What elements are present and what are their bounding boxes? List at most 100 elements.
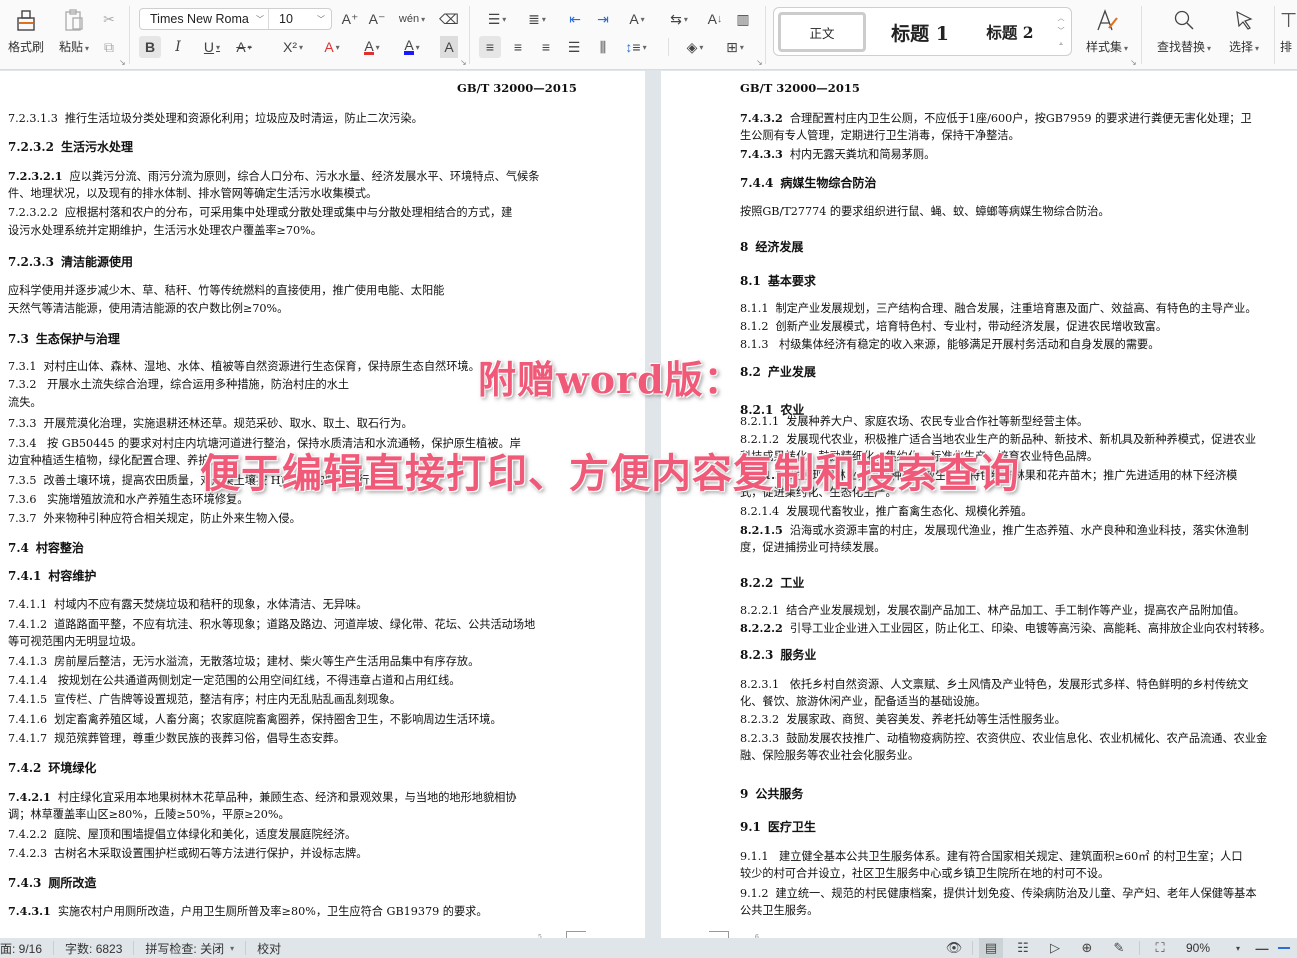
clear-format-icon[interactable]: ⌫ [438, 8, 460, 30]
style-heading-1[interactable]: 标题 1 [874, 12, 966, 52]
text-direction-icon[interactable]: ⇆ ▾ [665, 8, 693, 30]
clause-text: 度，促进捕捞业可持续发展。 [740, 541, 886, 554]
word-count[interactable]: 字数: 6823 [65, 938, 122, 958]
line-spacing-icon[interactable]: ↕ ≡ ▾ [622, 36, 650, 58]
distribute-icon[interactable]: ⫼ [592, 36, 614, 58]
section-heading: 8 经济发展 [740, 239, 803, 256]
zoom-level[interactable]: 90% [1186, 938, 1226, 958]
font-size-dropdown[interactable]: 10 ﹀ [269, 12, 331, 26]
page-header: GB/T 32000—2015 [457, 81, 577, 95]
clause-text: 工业 [780, 576, 805, 590]
paragraph-line: 7.4.1.5 宣传栏、广告牌等设置规范，整洁有序；村庄内无乱贴乱画乱刻现象。 [8, 691, 401, 708]
paragraph-line: 7.3.3 开展荒漠化治理，实施退耕还林还草。规范采砂、取水、取土、取石行为。 [8, 415, 413, 432]
clause-text: 产业发展 [767, 365, 816, 379]
clause-number: 7.3.7 [8, 512, 37, 525]
shading-icon[interactable]: ◈ ▾ [680, 36, 710, 58]
highlight-button[interactable]: A ▾ [358, 36, 386, 58]
pinyin-guide-icon[interactable]: wén ▾ [396, 8, 428, 30]
clause-number: 8.2.1.5 [740, 523, 783, 537]
superscript-button[interactable]: X² ▾ [278, 36, 308, 58]
increase-indent-icon[interactable]: ⇥ [593, 8, 613, 30]
shrink-font-icon[interactable]: A⁻ [366, 8, 388, 30]
font-color-button[interactable]: A ▾ [398, 36, 426, 58]
clause-number: 7.3.6 [8, 493, 37, 506]
page-indicator[interactable]: 面: 9/16 [0, 938, 42, 958]
align-left-icon[interactable]: ≡ [479, 36, 501, 58]
bullet-list-icon[interactable]: ☰ ▾ [483, 8, 511, 30]
align-center-icon[interactable]: ≡ [508, 36, 528, 58]
dialog-launcher-icon[interactable]: ↘ [756, 58, 763, 67]
section-heading: 7.4.4 病媒生物综合防治 [740, 175, 876, 192]
numbered-list-icon[interactable]: ≣ ▾ [523, 8, 551, 30]
arrange-button[interactable]: ⊤ 排 [1280, 6, 1297, 55]
strikethrough-button[interactable]: A ▾ [230, 36, 258, 58]
paragraph-line: 7.4.1.4 按规划在公共通道两侧划定一定范围的公用空间红线，不得违章占道和占… [8, 672, 460, 689]
document-page-left[interactable]: GB/T 32000—2015 7.2.3.1.3 推行生活垃圾分类处理和资源化利… [0, 71, 645, 938]
text-effect-button[interactable]: A ▾ [318, 36, 346, 58]
find-replace-button[interactable]: 查找替换 ▾ [1152, 6, 1216, 55]
chevron-down-icon[interactable]: ▾ [1226, 938, 1250, 958]
grow-font-icon[interactable]: A⁺ [339, 8, 361, 30]
style-heading-2[interactable]: 标题 2 [970, 12, 1050, 52]
zoom-slider[interactable] [1278, 947, 1290, 949]
clause-text: 合理配置村庄内卫生公厕，不应低于1座/600户，按GB7959 的要求进行粪便无… [789, 112, 1252, 125]
zoom-out-icon[interactable]: — [1250, 938, 1274, 958]
page-view-icon[interactable]: ▤ [979, 938, 1003, 958]
clause-number: 7.4.1.3 [8, 655, 48, 668]
char-shading-button[interactable]: A [440, 36, 458, 58]
bold-button[interactable]: B [139, 36, 161, 58]
proofread-button[interactable]: 校对 [257, 938, 281, 958]
pen-icon[interactable]: ✎ [1107, 938, 1131, 958]
font-name-dropdown[interactable]: Times New Roma ﹀ [140, 9, 269, 29]
clause-text: 应根据村落和农户的分布，可采用集中处理或分散处理或集中与分散处理相结合的方式，建 [64, 206, 513, 219]
copy-icon[interactable]: ⧉ [98, 36, 120, 58]
dialog-launcher-icon[interactable]: ↘ [1130, 58, 1137, 67]
dialog-launcher-icon[interactable]: ↘ [119, 58, 126, 67]
cut-icon[interactable]: ✂ [98, 8, 120, 30]
clause-number: 8.1.3 [740, 338, 769, 351]
columns-icon[interactable]: ▥ [733, 8, 753, 30]
style-normal[interactable]: 正文 [778, 12, 866, 52]
select-button[interactable]: 选择 ▾ [1224, 6, 1264, 55]
style-set-button[interactable]: 样式集 ▾ [1080, 6, 1134, 55]
clause-number: 7.3.3 [8, 417, 37, 430]
ribbon-toolbar: 格式刷 粘贴 ▾ ✂ ⧉ ↘ Times New Roma ﹀ 10 ﹀ A⁺ A⁻ … [0, 0, 1297, 70]
clause-number: 7.4.1.7 [8, 732, 48, 745]
section-heading: 9.1 医疗卫生 [740, 819, 816, 836]
clause-text: 开展水土流失综合治理，综合运用多种措施，防治村庄的水土 [43, 378, 350, 391]
eye-icon[interactable]: 👁 [942, 938, 966, 958]
clause-text: 建立统一、规范的村民健康档案，提供计划免疫、传染病防治及儿童、孕产妇、老年人保健… [775, 887, 1257, 900]
dialog-launcher-icon[interactable]: ↘ [460, 58, 467, 67]
paragraph-line: 7.4.1.6 划定畜禽养殖区域，人畜分离；农家庭院畜禽圈养，保持圈舍卫生，不影响… [8, 711, 502, 728]
paragraph-line: 9.1.1 建立健全基本公共卫生服务体系。建有符合国家相关规定、建筑面积≥60㎡… [740, 848, 1243, 865]
web-view-icon[interactable]: ⊕ [1075, 938, 1099, 958]
paragraph-line: 件、地理状况，以及现有的排水体制、排水管网等确定生活污水收集模式。 [8, 185, 377, 202]
clause-text: 等可视范围内无明显垃圾。 [8, 635, 143, 648]
char-spacing-icon[interactable]: A ▾ [622, 8, 652, 30]
outline-view-icon[interactable]: ☷ [1011, 938, 1035, 958]
clause-number: 8.1 [740, 274, 761, 288]
clause-number: 7.4.1.5 [8, 693, 48, 706]
play-icon[interactable]: ▷ [1043, 938, 1067, 958]
align-right-icon[interactable]: ≡ [536, 36, 556, 58]
italic-button[interactable]: I [168, 36, 188, 58]
section-heading: 8.2.2 工业 [740, 575, 804, 592]
sort-icon[interactable]: A ↓ [705, 8, 725, 30]
document-page-right[interactable]: GB/T 32000—2015 7.4.3.2 合理配置村庄内卫生公厕，不应低于1… [661, 71, 1297, 938]
clause-number: 7.4.1.1 [8, 598, 48, 611]
decrease-indent-icon[interactable]: ⇤ [565, 8, 585, 30]
chevron-down-icon: ▾ [85, 44, 90, 53]
paragraph-line: 7.3.2 开展水土流失综合治理，综合运用多种措施，防治村庄的水土 [8, 376, 349, 393]
borders-icon[interactable]: ⊞ ▾ [720, 36, 750, 58]
underline-button[interactable]: U ▾ [198, 36, 226, 58]
paragraph-line: 8.1.1 制定产业发展规划，三产结构合理、融合发展，注重培育惠及面广、效益高、有… [740, 300, 1257, 317]
style-gallery-scroll[interactable]: ︿ ﹀ ⩡ [1055, 12, 1067, 51]
spell-check-toggle[interactable]: 拼写检查: 关闭 ▾ [145, 938, 234, 958]
justify-icon[interactable]: ☰ [564, 36, 584, 58]
format-painter-button[interactable]: 格式刷 [6, 6, 46, 55]
clause-text: 创新产业发展模式，培育特色村、专业村，带动经济发展，促进农民增收致富。 [775, 320, 1168, 333]
clause-text: 规范殡葬管理，尊重少数民族的丧葬习俗，倡导生态安葬。 [54, 732, 346, 745]
paste-button[interactable]: 粘贴 ▾ [54, 6, 94, 55]
fit-screen-icon[interactable]: ⛶ [1148, 938, 1172, 958]
section-heading: 7.3 生态保护与治理 [8, 331, 120, 348]
